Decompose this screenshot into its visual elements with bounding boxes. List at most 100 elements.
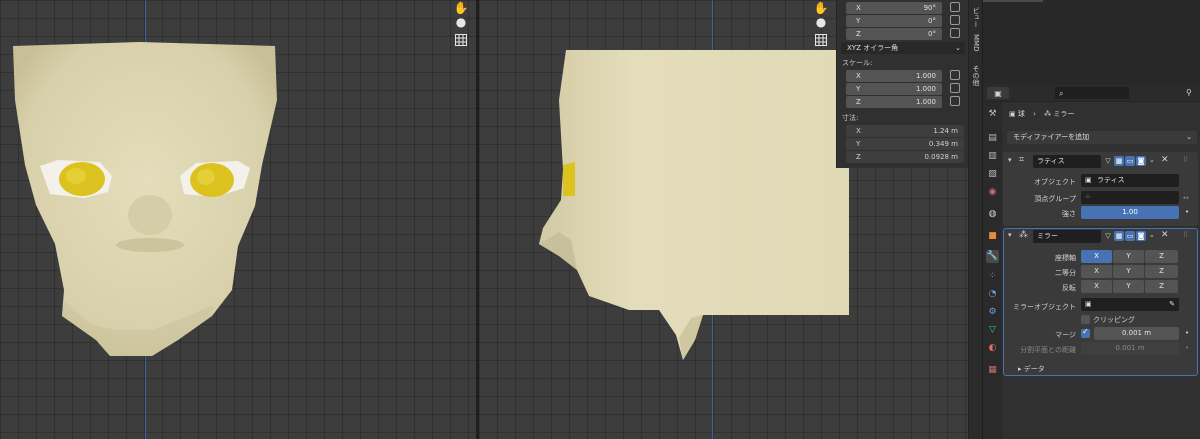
- head-mesh-front[interactable]: [0, 0, 476, 439]
- outliner-area[interactable]: [983, 0, 1200, 84]
- mirror-axis-z[interactable]: Z: [1145, 250, 1178, 263]
- rotation-y-field[interactable]: Y 0°: [846, 15, 942, 27]
- close-icon[interactable]: ✕: [1161, 155, 1169, 165]
- expand-icon[interactable]: ▾: [1008, 231, 1012, 239]
- texture-icon[interactable]: ▦: [986, 364, 999, 377]
- rotation-z-field[interactable]: Z 0°: [846, 28, 942, 40]
- constraints-icon[interactable]: ⚙: [986, 306, 999, 319]
- vertex-group-field[interactable]: ⁘: [1081, 191, 1179, 204]
- drag-handle[interactable]: ⠿: [1183, 156, 1188, 164]
- material-icon[interactable]: ◐: [986, 342, 999, 355]
- edit-cage-icon[interactable]: ▽: [1103, 156, 1113, 166]
- lock-icon[interactable]: [950, 70, 960, 80]
- tool-icon[interactable]: ⚒: [986, 108, 999, 121]
- mirror-name-field[interactable]: ミラー: [1033, 230, 1101, 243]
- flip-z[interactable]: Z: [1145, 280, 1178, 293]
- rotation-mode-dropdown[interactable]: XYZ オイラー角 ⌄: [841, 42, 965, 54]
- edit-mode-icon[interactable]: ▦: [1114, 231, 1124, 241]
- close-icon[interactable]: ✕: [1161, 230, 1169, 240]
- world-icon[interactable]: ◍: [986, 208, 999, 221]
- dimensions-x-field[interactable]: X 1.24 m: [846, 125, 964, 137]
- physics-icon[interactable]: ◔: [986, 288, 999, 301]
- scale-x-field[interactable]: X 1.000: [846, 70, 942, 82]
- properties-tabs: ⚒ ▤ ▥ ▧ ◉ ◍ ■ 🔧 ⁘ ◔ ⚙ ▽ ◐ ▦: [983, 102, 1002, 439]
- flip-y[interactable]: Y: [1113, 280, 1144, 293]
- mirror-icon: ⁂: [1044, 110, 1052, 118]
- scale-y-field[interactable]: Y 1.000: [846, 83, 942, 95]
- scale-label: スケール:: [842, 59, 873, 67]
- pin-icon[interactable]: ⚲: [1186, 88, 1192, 97]
- tab-other[interactable]: その他: [969, 62, 983, 88]
- tab-view[interactable]: ビュー: [969, 2, 983, 32]
- output-icon[interactable]: ▥: [986, 150, 999, 163]
- lock-icon[interactable]: [950, 28, 960, 38]
- mirror-object-field[interactable]: ▣ ✎: [1081, 298, 1179, 311]
- mirror-object-label: ミラーオブジェクト: [1013, 303, 1076, 311]
- keyframe-dot[interactable]: •: [1185, 329, 1189, 337]
- tab-mmd[interactable]: MMD: [969, 32, 983, 54]
- drag-handle[interactable]: ⠿: [1183, 231, 1188, 239]
- merge-checkbox[interactable]: [1081, 327, 1090, 338]
- bisect-z[interactable]: Z: [1145, 265, 1178, 278]
- scale-z-field[interactable]: Z 1.000: [846, 96, 942, 108]
- expand-icon[interactable]: ▾: [1008, 156, 1012, 164]
- viewport-icon[interactable]: ▭: [1125, 156, 1135, 166]
- viewport-icon[interactable]: ▭: [1125, 231, 1135, 241]
- object-icon: ▣: [1085, 176, 1092, 184]
- render-icon[interactable]: ◙: [1136, 231, 1146, 241]
- strength-label: 強さ: [1062, 210, 1076, 218]
- lock-icon[interactable]: [950, 96, 960, 106]
- invert-icon[interactable]: ↔: [1183, 194, 1189, 202]
- wrench-icon[interactable]: 🔧: [986, 250, 999, 263]
- edit-mode-icon[interactable]: ▦: [1114, 156, 1124, 166]
- lattice-name-field[interactable]: ラティス: [1033, 155, 1101, 168]
- camera-icon[interactable]: ●: [453, 14, 469, 30]
- flip-x[interactable]: X: [1081, 280, 1112, 293]
- object-icon[interactable]: ■: [986, 230, 999, 243]
- lock-icon[interactable]: [950, 83, 960, 93]
- bisect-y[interactable]: Y: [1113, 265, 1144, 278]
- edit-cage-icon[interactable]: ▽: [1103, 231, 1113, 241]
- dimensions-z-field[interactable]: Z 0.0928 m: [846, 151, 964, 163]
- merge-label: マージ: [1055, 331, 1076, 339]
- scrollbar[interactable]: [983, 0, 1043, 2]
- particles-icon[interactable]: ⁘: [986, 270, 999, 283]
- chevron-down-icon[interactable]: ⌄: [1149, 156, 1155, 164]
- lattice-modifier-header: ▾ ⌗ ラティス ▽ ▦ ▭ ◙ ⌄ ✕ ⠿: [1005, 154, 1198, 169]
- scene-icon[interactable]: ◉: [986, 186, 999, 199]
- data-icon[interactable]: ▽: [986, 324, 999, 337]
- vertex-group-label: 頂点グループ: [1034, 195, 1076, 203]
- data-subpanel-toggle[interactable]: ▸ データ: [1018, 364, 1045, 374]
- lock-icon[interactable]: [950, 15, 960, 25]
- add-modifier-dropdown[interactable]: モディファイアーを追加 ⌄: [1007, 131, 1197, 144]
- lattice-object-label: オブジェクト: [1034, 178, 1076, 186]
- eye-dropper-icon[interactable]: ✎: [1169, 298, 1175, 311]
- editor-type-button[interactable]: ▣: [987, 87, 1009, 99]
- grid-icon[interactable]: [815, 34, 831, 50]
- render-icon[interactable]: ▤: [986, 132, 999, 145]
- rotation-x-field[interactable]: X 90°: [846, 2, 942, 14]
- bisect-label: 二等分: [1055, 269, 1076, 277]
- search-input[interactable]: ⌕: [1055, 87, 1129, 99]
- clipping-checkbox[interactable]: [1081, 315, 1090, 324]
- view-layer-icon[interactable]: ▧: [986, 168, 999, 181]
- bisect-distance-field[interactable]: 0.001 m: [1081, 342, 1179, 355]
- grid-icon[interactable]: [455, 34, 471, 50]
- chevron-down-icon[interactable]: ⌄: [1149, 231, 1155, 239]
- keyframe-dot[interactable]: •: [1185, 208, 1189, 216]
- viewport-front[interactable]: ✋ ●: [0, 0, 476, 439]
- merge-distance-field[interactable]: 0.001 m: [1094, 327, 1179, 340]
- camera-icon[interactable]: ●: [813, 14, 829, 30]
- bisect-x[interactable]: X: [1081, 265, 1112, 278]
- strength-slider[interactable]: 1.00: [1081, 206, 1179, 219]
- chevron-down-icon: ⌄: [1186, 133, 1192, 141]
- mirror-axis-x[interactable]: X: [1081, 250, 1112, 263]
- chevron-down-icon: ⌄: [955, 44, 961, 52]
- lattice-object-field[interactable]: ▣ ラティス: [1081, 174, 1179, 187]
- mirror-axis-y[interactable]: Y: [1113, 250, 1144, 263]
- lock-icon[interactable]: [950, 2, 960, 12]
- clipping-label: クリッピング: [1093, 316, 1135, 324]
- dimensions-y-field[interactable]: Y 0.349 m: [846, 138, 964, 150]
- keyframe-dot[interactable]: •: [1185, 344, 1189, 352]
- render-icon[interactable]: ◙: [1136, 156, 1146, 166]
